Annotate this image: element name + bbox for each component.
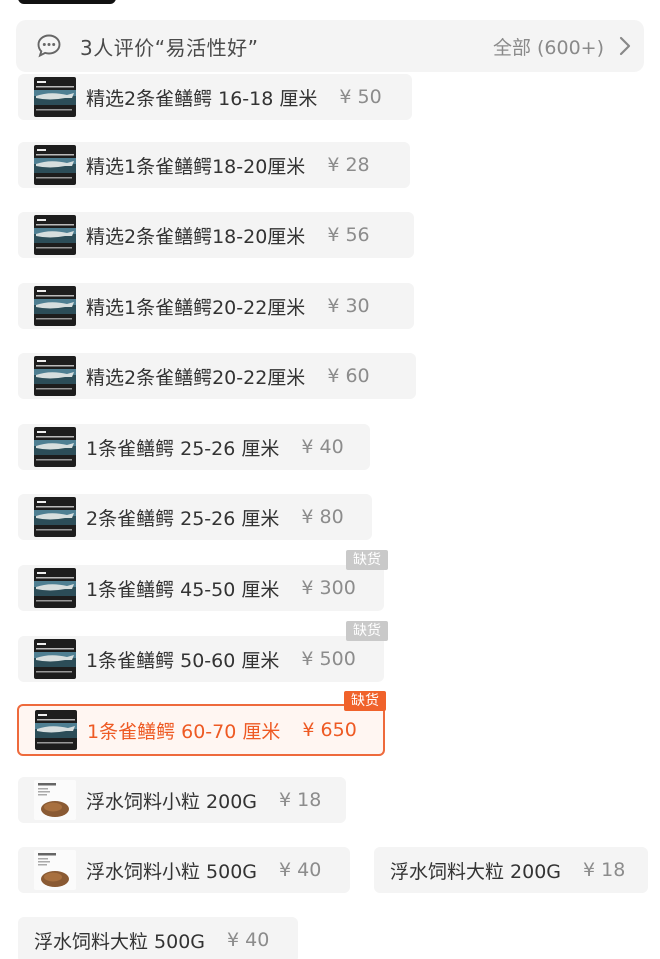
chevron-right-icon [619, 36, 631, 56]
sku-option-price: ¥ 56 [327, 224, 370, 246]
sku-option-name: 1条雀鳝鳄 25-26 厘米 [86, 437, 280, 460]
fish-thumbnail-icon [34, 215, 76, 255]
sku-option-price: ¥ 500 [301, 648, 356, 670]
sku-option[interactable]: 精选1条雀鳝鳄20-22厘米 ¥ 30 [18, 283, 414, 329]
sku-option-name: 1条雀鳝鳄 60-70 厘米 [87, 720, 281, 743]
sku-option[interactable]: 精选1条雀鳝鳄18-20厘米 ¥ 28 [18, 142, 410, 188]
feed-thumbnail-icon [34, 780, 76, 820]
status-bar-notch [18, 0, 116, 4]
sku-option[interactable]: 1条雀鳝鳄 25-26 厘米 ¥ 40 [18, 424, 370, 470]
fish-thumbnail-icon [34, 286, 76, 326]
sku-option-price: ¥ 650 [302, 719, 357, 741]
sku-option-name: 浮水饲料大粒 200G [390, 860, 562, 883]
sku-option-name: 精选2条雀鳝鳄18-20厘米 [86, 225, 306, 248]
fish-thumbnail-icon [34, 427, 76, 467]
fish-thumbnail-icon [34, 145, 76, 185]
out-of-stock-badge: 缺货 [344, 691, 386, 711]
sku-option[interactable]: 精选2条雀鳝鳄18-20厘米 ¥ 56 [18, 212, 414, 258]
sku-option[interactable]: 1条雀鳝鳄 45-50 厘米 ¥ 300 [18, 565, 384, 611]
sku-option-price: ¥ 300 [301, 577, 356, 599]
sku-option-name: 精选1条雀鳝鳄20-22厘米 [86, 296, 306, 319]
feed-thumbnail-icon [34, 850, 76, 890]
fish-thumbnail-icon [34, 77, 76, 117]
sku-option[interactable]: 1条雀鳝鳄 50-60 厘米 ¥ 500 [18, 636, 384, 682]
sku-option-price: ¥ 50 [339, 86, 382, 108]
fish-thumbnail-icon [34, 568, 76, 608]
sku-option[interactable]: 2条雀鳝鳄 25-26 厘米 ¥ 80 [18, 494, 372, 540]
sku-option-name: 精选2条雀鳝鳄 16-18 厘米 [86, 87, 318, 110]
sku-option-name: 浮水饲料大粒 500G [34, 930, 206, 953]
sku-option[interactable]: 浮水饲料大粒 500G ¥ 40 [18, 917, 298, 959]
sku-option[interactable]: 浮水饲料大粒 200G ¥ 18 [374, 847, 648, 893]
sku-option-name: 浮水饲料小粒 200G [86, 790, 258, 813]
fish-thumbnail-icon [34, 639, 76, 679]
sku-option-selected[interactable]: 1条雀鳝鳄 60-70 厘米 ¥ 650 [17, 704, 385, 756]
review-summary-text: 3人评价“易活性好” [80, 35, 259, 60]
review-summary-bar[interactable]: 3人评价“易活性好” 全部 (600+) [16, 20, 644, 72]
fish-thumbnail-icon [34, 497, 76, 537]
sku-option[interactable]: 精选2条雀鳝鳄20-22厘米 ¥ 60 [18, 353, 416, 399]
fish-thumbnail-icon [34, 356, 76, 396]
sku-option-price: ¥ 40 [227, 929, 270, 951]
sku-option-price: ¥ 60 [327, 365, 370, 387]
all-reviews-link[interactable]: 全部 (600+) [493, 33, 604, 60]
sku-option[interactable]: 浮水饲料小粒 200G ¥ 18 [18, 777, 346, 823]
sku-option-price: ¥ 30 [327, 295, 370, 317]
sku-option-name: 精选1条雀鳝鳄18-20厘米 [86, 155, 306, 178]
sku-option-name: 1条雀鳝鳄 50-60 厘米 [86, 649, 280, 672]
chat-bubble-icon [37, 34, 61, 58]
out-of-stock-badge: 缺货 [346, 550, 388, 570]
sku-option-price: ¥ 40 [301, 436, 344, 458]
sku-option-name: 精选2条雀鳝鳄20-22厘米 [86, 366, 306, 389]
sku-option-list: 精选2条雀鳝鳄 16-18 厘米 ¥ 50 精选1条雀鳝鳄18-20厘米 ¥ 2… [0, 0, 660, 959]
fish-thumbnail-icon [35, 710, 77, 750]
sku-option-price: ¥ 18 [279, 789, 322, 811]
sku-option-price: ¥ 18 [583, 859, 626, 881]
sku-option-price: ¥ 40 [279, 859, 322, 881]
sku-option-name: 浮水饲料小粒 500G [86, 860, 258, 883]
sku-option-price: ¥ 28 [327, 154, 370, 176]
sku-option[interactable]: 精选2条雀鳝鳄 16-18 厘米 ¥ 50 [18, 74, 412, 120]
sku-option-name: 2条雀鳝鳄 25-26 厘米 [86, 507, 280, 530]
sku-option[interactable]: 浮水饲料小粒 500G ¥ 40 [18, 847, 350, 893]
out-of-stock-badge: 缺货 [346, 621, 388, 641]
sku-option-name: 1条雀鳝鳄 45-50 厘米 [86, 578, 280, 601]
sku-option-price: ¥ 80 [301, 506, 344, 528]
